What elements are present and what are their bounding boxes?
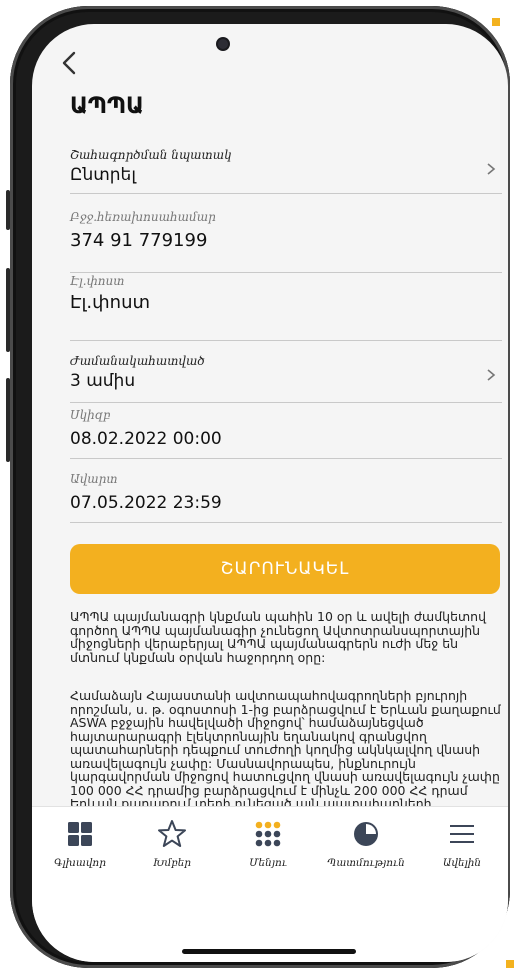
start-label: Սկիզբ — [70, 408, 111, 422]
purpose-value: Ընտրել — [70, 165, 136, 185]
tab-history[interactable]: Պատմություն — [320, 819, 412, 869]
tab-label: Խմբեր — [152, 857, 192, 869]
email-label: Էլ.փոստ — [70, 274, 125, 288]
period-value: 3 ամիս — [70, 371, 136, 391]
end-label: Ավարտ — [70, 472, 118, 486]
page-corner-accent — [492, 18, 500, 26]
app-screen: ԱՊՊԱ Շահագործման նպատակ Ընտրել Բջջ.հեռախ… — [32, 24, 508, 962]
tab-more[interactable]: Ավելին — [416, 819, 508, 869]
end-date-field[interactable]: Ավարտ 07.05.2022 23:59 — [70, 472, 502, 523]
email-field[interactable]: Էլ.փոստ Էլ.փոստ — [70, 274, 502, 341]
chevron-right-icon — [487, 163, 496, 175]
dashboard-grid-icon — [68, 822, 92, 846]
chevron-right-icon — [487, 369, 496, 381]
period-select[interactable]: Ժամանակահատված 3 ամիս — [70, 354, 502, 403]
tab-menu[interactable]: Մենյու — [222, 819, 314, 869]
chevron-left-icon[interactable] — [56, 48, 86, 78]
phone-side-button — [6, 190, 10, 230]
home-indicator[interactable] — [182, 949, 356, 954]
end-value: 07.05.2022 23:59 — [70, 493, 222, 513]
phone-field[interactable]: Բջջ.հեռախոսահամար 374 91 779199 — [70, 210, 502, 273]
tab-label: Պատմություն — [327, 857, 405, 869]
info-paragraph: Համաձայն Հայաստանի ավտոապահովագրողների բ… — [70, 688, 501, 824]
tab-label: Մենյու — [249, 857, 287, 869]
pie-chart-icon — [354, 822, 378, 846]
phone-label: Բջջ.հեռախոսահամար — [70, 210, 216, 224]
phone-value: 374 91 779199 — [70, 230, 208, 251]
start-date-field[interactable]: Սկիզբ 08.02.2022 00:00 — [70, 408, 502, 459]
tab-home[interactable]: Գլխավոր — [34, 819, 126, 869]
dots-grid-icon — [255, 821, 281, 847]
front-camera — [218, 39, 228, 49]
email-value: Էլ.փոստ — [70, 292, 150, 313]
tab-groups[interactable]: Խմբեր — [126, 819, 218, 869]
info-paragraph: ԱՊՊԱ պայմանագրի կնքման պահին 10 օր և ավե… — [70, 609, 487, 665]
phone-side-button — [6, 268, 10, 352]
page-title: ԱՊՊԱ — [70, 94, 144, 119]
start-value: 08.02.2022 00:00 — [70, 429, 222, 449]
phone-frame: ԱՊՊԱ Շահագործման նպատակ Ընտրել Բջջ.հեռախ… — [6, 6, 510, 968]
tab-label: Գլխավոր — [53, 857, 107, 869]
hamburger-menu-icon — [450, 825, 474, 843]
period-label: Ժամանակահատված — [70, 354, 205, 368]
continue-button[interactable]: ՇԱՐՈՒՆԱԿԵԼ — [70, 544, 500, 594]
purpose-label: Շահագործման նպատակ — [70, 148, 232, 162]
bottom-tab-bar: Գլխավոր Խմբեր Մենյու Պատմություն Ավելին — [32, 806, 508, 962]
star-icon — [158, 820, 186, 847]
phone-side-button — [6, 378, 10, 462]
tab-label: Ավելին — [442, 857, 482, 869]
purpose-select[interactable]: Շահագործման նպատակ Ընտրել — [70, 148, 502, 194]
